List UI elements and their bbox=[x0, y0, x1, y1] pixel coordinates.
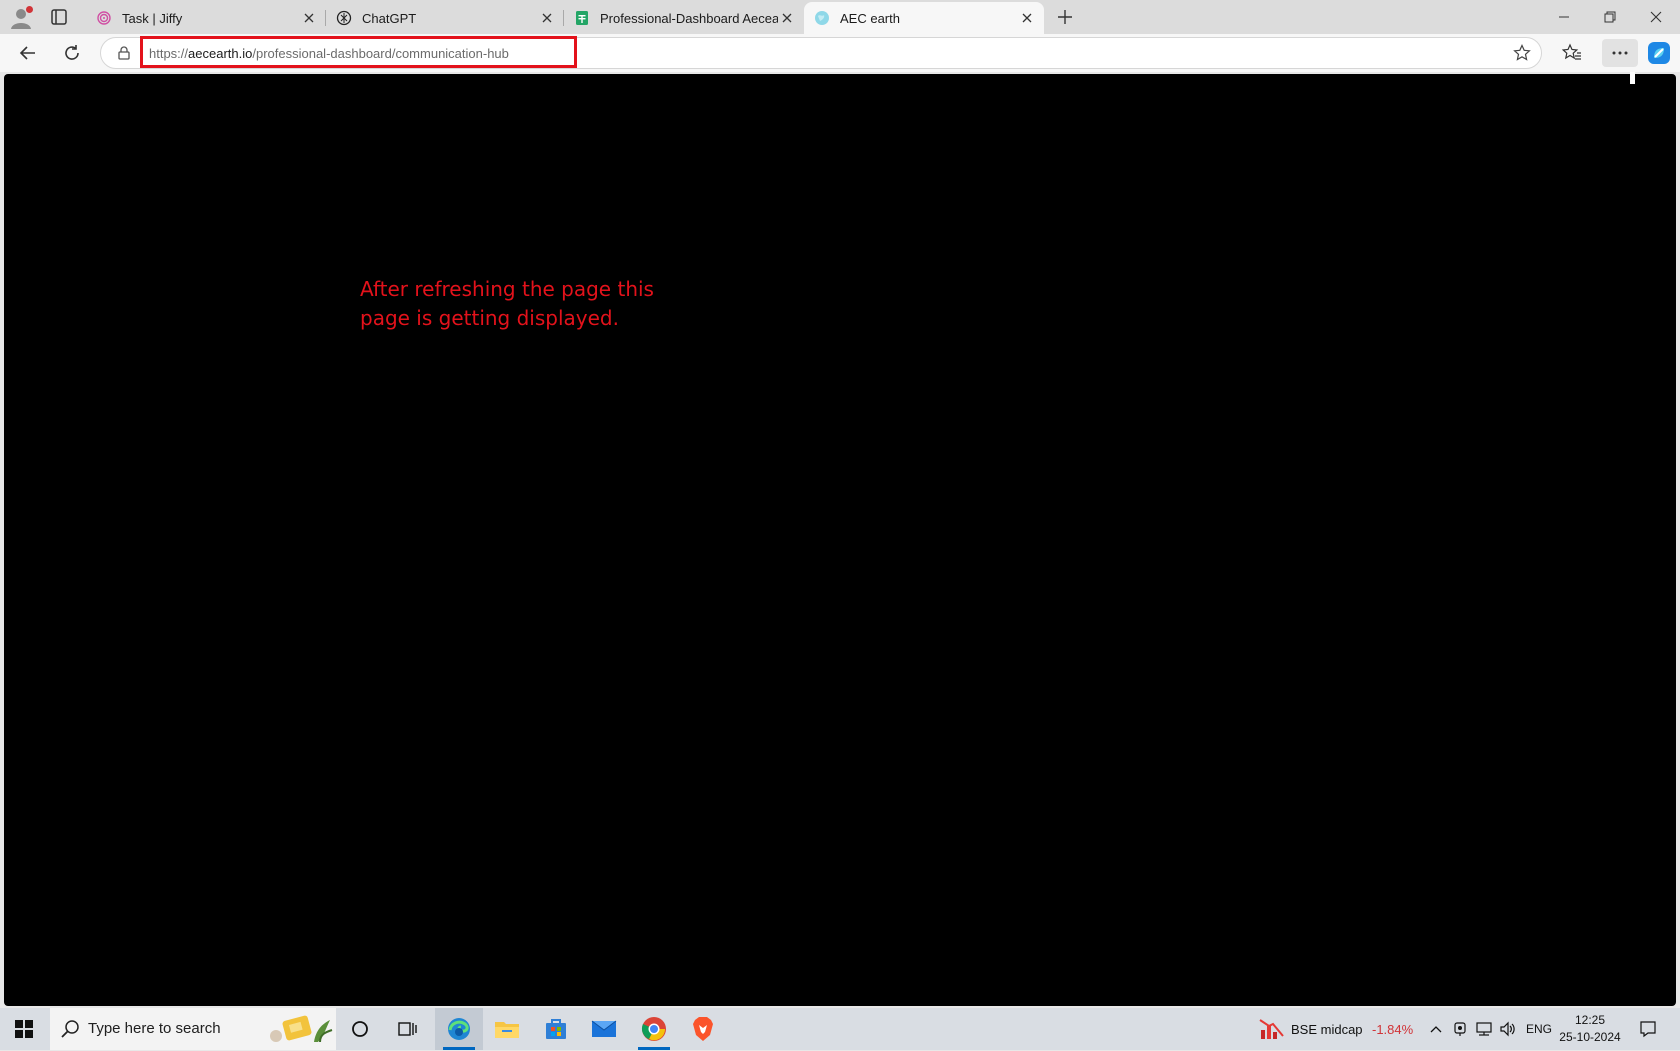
start-button[interactable] bbox=[0, 1008, 48, 1050]
scrollbar-thumb[interactable] bbox=[1630, 72, 1635, 84]
search-placeholder: Type here to search bbox=[88, 1020, 221, 1037]
arrow-left-icon bbox=[19, 46, 35, 60]
minimize-button[interactable] bbox=[1541, 0, 1587, 34]
cortana-icon bbox=[352, 1021, 368, 1037]
notification-dot bbox=[26, 6, 33, 13]
stock-change: -1.84% bbox=[1372, 1021, 1414, 1037]
edge-taskbar-button[interactable] bbox=[435, 1008, 483, 1050]
favorites-icon bbox=[1562, 43, 1581, 60]
google-sheets-icon bbox=[574, 10, 590, 26]
favorite-star-icon[interactable] bbox=[1513, 44, 1531, 62]
brave-button[interactable] bbox=[679, 1008, 727, 1050]
windows-logo-icon bbox=[15, 1020, 33, 1038]
tab-title: Task | Jiffy bbox=[122, 10, 183, 26]
notifications-icon[interactable] bbox=[1638, 1019, 1658, 1039]
tab-chatgpt[interactable]: ChatGPT bbox=[326, 2, 564, 34]
plus-icon bbox=[1058, 10, 1072, 24]
restore-button[interactable] bbox=[1587, 0, 1633, 34]
chevron-up-icon[interactable] bbox=[1426, 1019, 1446, 1039]
restore-icon bbox=[1604, 11, 1616, 23]
tab-title: ChatGPT bbox=[362, 10, 417, 26]
language-indicator[interactable]: ENG bbox=[1526, 1008, 1552, 1050]
address-bar[interactable]: https://aecearth.io/professional-dashboa… bbox=[100, 36, 1542, 69]
mail-button[interactable] bbox=[580, 1008, 628, 1050]
chrome-icon bbox=[641, 1017, 666, 1041]
edge-icon bbox=[448, 1018, 470, 1040]
chatgpt-icon bbox=[336, 10, 352, 26]
network-icon[interactable] bbox=[1474, 1019, 1494, 1039]
lock-icon[interactable] bbox=[117, 46, 131, 60]
taskbar-search-box[interactable]: Type here to search bbox=[50, 1008, 336, 1050]
back-button[interactable] bbox=[14, 39, 42, 67]
globe-icon bbox=[814, 10, 830, 26]
close-tab-icon[interactable] bbox=[538, 9, 556, 27]
tab-aec-earth[interactable]: AEC earth bbox=[804, 2, 1044, 34]
meet-now-icon[interactable] bbox=[1450, 1019, 1470, 1039]
stock-chart-icon[interactable] bbox=[1259, 1019, 1285, 1039]
close-icon bbox=[1650, 11, 1662, 23]
close-window-button[interactable] bbox=[1633, 0, 1679, 34]
minimize-icon bbox=[1559, 16, 1569, 18]
tab-strip: Task | Jiffy ChatGPT Professional-Dashbo… bbox=[0, 0, 1680, 34]
windows-taskbar: Type here to search BSE midcap -1.84% EN… bbox=[0, 1008, 1680, 1050]
close-tab-icon[interactable] bbox=[778, 9, 796, 27]
tab-professional-dashboard[interactable]: Professional-Dashboard Aecearth bbox=[564, 2, 804, 34]
tab-title: Professional-Dashboard Aecearth bbox=[600, 10, 778, 26]
file-explorer-button[interactable] bbox=[483, 1008, 531, 1050]
browser-toolbar: https://aecearth.io/professional-dashboa… bbox=[0, 34, 1680, 72]
copilot-icon[interactable] bbox=[1646, 40, 1672, 66]
settings-more-button[interactable] bbox=[1602, 39, 1638, 67]
jiffy-fingerprint-icon bbox=[96, 10, 112, 26]
search-highlight-art-icon bbox=[268, 1012, 334, 1046]
close-tab-icon[interactable] bbox=[1018, 9, 1036, 27]
task-view-button[interactable] bbox=[384, 1008, 432, 1050]
new-tab-button[interactable] bbox=[1054, 6, 1076, 28]
brave-icon bbox=[693, 1017, 713, 1041]
mail-icon bbox=[591, 1020, 617, 1037]
refresh-button[interactable] bbox=[58, 39, 86, 67]
more-dots-icon bbox=[1612, 51, 1628, 55]
file-explorer-icon bbox=[495, 1022, 519, 1038]
clock-time: 12:25 bbox=[1574, 1013, 1606, 1027]
microsoft-store-icon bbox=[546, 1019, 566, 1039]
volume-icon[interactable] bbox=[1498, 1019, 1518, 1039]
stock-name[interactable]: BSE midcap bbox=[1291, 1008, 1363, 1050]
url-highlight-box bbox=[140, 36, 577, 68]
page-content-area bbox=[4, 74, 1676, 1006]
clock[interactable]: 12:25 25-10-2024 bbox=[1553, 1012, 1627, 1046]
search-icon bbox=[60, 1019, 80, 1039]
cortana-button[interactable] bbox=[336, 1008, 384, 1050]
clock-date: 25-10-2024 bbox=[1559, 1030, 1621, 1044]
favorites-button[interactable] bbox=[1558, 39, 1586, 67]
tab-task-jiffy[interactable]: Task | Jiffy bbox=[86, 2, 326, 34]
tab-title: AEC earth bbox=[840, 10, 900, 26]
refresh-icon bbox=[65, 45, 79, 60]
microsoft-store-button[interactable] bbox=[532, 1008, 580, 1050]
tab-actions-icon[interactable] bbox=[48, 6, 70, 28]
chrome-taskbar-button[interactable] bbox=[630, 1008, 678, 1050]
task-view-icon bbox=[398, 1022, 417, 1036]
close-tab-icon[interactable] bbox=[300, 9, 318, 27]
annotation-text: After refreshing the page this page is g… bbox=[360, 277, 654, 330]
profile-avatar-icon[interactable] bbox=[8, 4, 34, 30]
